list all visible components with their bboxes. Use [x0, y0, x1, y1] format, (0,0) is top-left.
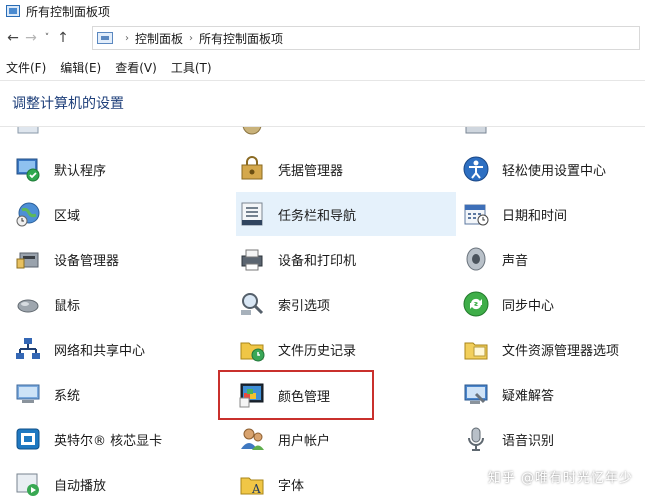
item-label: 凭据管理器	[278, 163, 344, 179]
troubleshooting-icon	[462, 380, 490, 408]
menu-tools[interactable]: 工具(T)	[171, 59, 212, 76]
generic-icon	[238, 127, 266, 139]
item-troubleshooting[interactable]: 疑难解答	[462, 374, 642, 414]
item-label: 设备和打印机	[278, 253, 357, 269]
item-system[interactable]: 系统	[14, 374, 224, 414]
title-bar: 所有控制面板项	[0, 0, 645, 22]
item-label: 语音识别	[502, 433, 555, 449]
item-autoplay[interactable]: 自动播放	[14, 464, 224, 500]
item-label: 系统	[54, 388, 81, 404]
item-devices-printers[interactable]: 设备和打印机	[238, 239, 454, 279]
ease-of-access-icon	[462, 155, 490, 183]
item-label: 默认程序	[54, 163, 107, 179]
user-accounts-icon	[238, 425, 266, 453]
item-user-accounts[interactable]: 用户帐户	[238, 419, 454, 459]
item-date-time[interactable]: 日期和时间	[462, 194, 642, 234]
address-bar[interactable]: › 控制面板 › 所有控制面板项	[92, 26, 640, 50]
credential-manager-icon	[238, 155, 266, 183]
item-label: 网络和共享中心	[54, 343, 146, 359]
item-fonts[interactable]: A 字体	[238, 464, 454, 500]
item-mouse[interactable]: 鼠标	[14, 284, 224, 324]
item-intel-graphics[interactable]: 英特尔® 核芯显卡	[14, 419, 224, 459]
item-label: 自动播放	[54, 478, 107, 494]
item-sound[interactable]: 声音	[462, 239, 642, 279]
item-color-management[interactable]: 颜色管理	[218, 370, 374, 420]
item-label: 颜色管理	[278, 389, 331, 405]
item-credential-manager[interactable]: 凭据管理器	[238, 149, 454, 189]
control-panel-icon	[6, 5, 20, 17]
item-label: 英特尔® 核芯显卡	[54, 433, 163, 449]
device-manager-icon	[14, 245, 42, 273]
breadcrumb-all-items[interactable]: 所有控制面板项	[199, 30, 283, 47]
item-network-sharing-center[interactable]: 网络和共享中心	[14, 329, 224, 369]
watermark: 知乎 @唯有时光忆年少	[487, 471, 633, 486]
calendar-clock-icon	[462, 200, 490, 228]
item-label: 字体	[278, 478, 305, 494]
color-management-icon	[238, 381, 266, 409]
default-programs-icon	[14, 155, 42, 183]
generic-icon	[462, 127, 490, 139]
recent-locations-button[interactable]: ˅	[40, 33, 54, 43]
item-file-history[interactable]: 文件历史记录	[238, 329, 454, 369]
item-label: 疑难解答	[502, 388, 555, 404]
item-label: 文件资源管理器选项	[502, 343, 620, 359]
back-button[interactable]: ←	[4, 30, 22, 46]
taskbar-icon	[238, 200, 266, 228]
navigation-bar: ← → ˅ ↑ › 控制面板 › 所有控制面板项	[0, 24, 645, 52]
item-indexing-options[interactable]: 索引选项	[238, 284, 454, 324]
divider	[0, 80, 645, 81]
item-device-manager[interactable]: 设备管理器	[14, 239, 224, 279]
item-label: 设备管理器	[54, 253, 120, 269]
mouse-icon	[14, 290, 42, 318]
item-label: 鼠标	[54, 298, 81, 314]
item-partial	[14, 127, 214, 145]
microphone-icon	[462, 425, 490, 453]
item-label: 任务栏和导航	[278, 208, 357, 224]
autoplay-icon	[14, 470, 42, 498]
menu-file[interactable]: 文件(F)	[6, 59, 46, 76]
item-label: 区域	[54, 208, 81, 224]
fonts-icon: A	[238, 470, 266, 498]
item-label: 声音	[502, 253, 529, 269]
item-label: 用户帐户	[278, 433, 331, 449]
magnifier-icon	[238, 290, 266, 318]
up-button[interactable]: ↑	[54, 30, 72, 46]
item-file-explorer-options[interactable]: 文件资源管理器选项	[462, 329, 642, 369]
item-label: 日期和时间	[502, 208, 568, 224]
page-heading: 调整计算机的设置	[12, 96, 124, 112]
generic-icon	[14, 127, 42, 139]
item-region[interactable]: 区域	[14, 194, 224, 234]
item-ease-of-access[interactable]: 轻松使用设置中心	[462, 149, 642, 189]
folder-options-icon	[462, 335, 490, 363]
breadcrumb-separator: ›	[189, 32, 194, 44]
intel-graphics-icon	[14, 425, 42, 453]
forward-button[interactable]: →	[22, 30, 40, 46]
breadcrumb-separator: ›	[125, 32, 129, 44]
sync-icon	[462, 290, 490, 318]
svg-text:A: A	[251, 482, 261, 496]
item-taskbar-navigation[interactable]: 任务栏和导航	[236, 192, 456, 236]
item-label: 轻松使用设置中心	[502, 163, 607, 179]
item-partial	[462, 127, 642, 145]
breadcrumb-control-panel[interactable]: 控制面板	[135, 30, 183, 47]
file-history-icon	[238, 335, 266, 363]
window-title: 所有控制面板项	[26, 4, 111, 19]
control-panel-icon	[97, 32, 113, 44]
item-sync-center[interactable]: 同步中心	[462, 284, 642, 324]
item-label: 同步中心	[502, 298, 555, 314]
item-label: 索引选项	[278, 298, 331, 314]
system-icon	[14, 380, 42, 408]
speaker-icon	[462, 245, 490, 273]
menu-bar: 文件(F) 编辑(E) 查看(V) 工具(T)	[0, 56, 645, 78]
menu-view[interactable]: 查看(V)	[115, 59, 157, 76]
item-partial	[238, 127, 438, 145]
item-default-programs[interactable]: 默认程序	[14, 149, 224, 189]
control-panel-items: 默认程序 区域 设备管理器 鼠标 网络和共享中心 系统 英特尔® 核芯显卡 自动…	[0, 127, 645, 500]
network-icon	[14, 335, 42, 363]
item-label: 文件历史记录	[278, 343, 357, 359]
menu-edit[interactable]: 编辑(E)	[60, 59, 101, 76]
globe-clock-icon	[14, 200, 42, 228]
printer-icon	[238, 245, 266, 273]
item-speech-recognition[interactable]: 语音识别	[462, 419, 642, 459]
